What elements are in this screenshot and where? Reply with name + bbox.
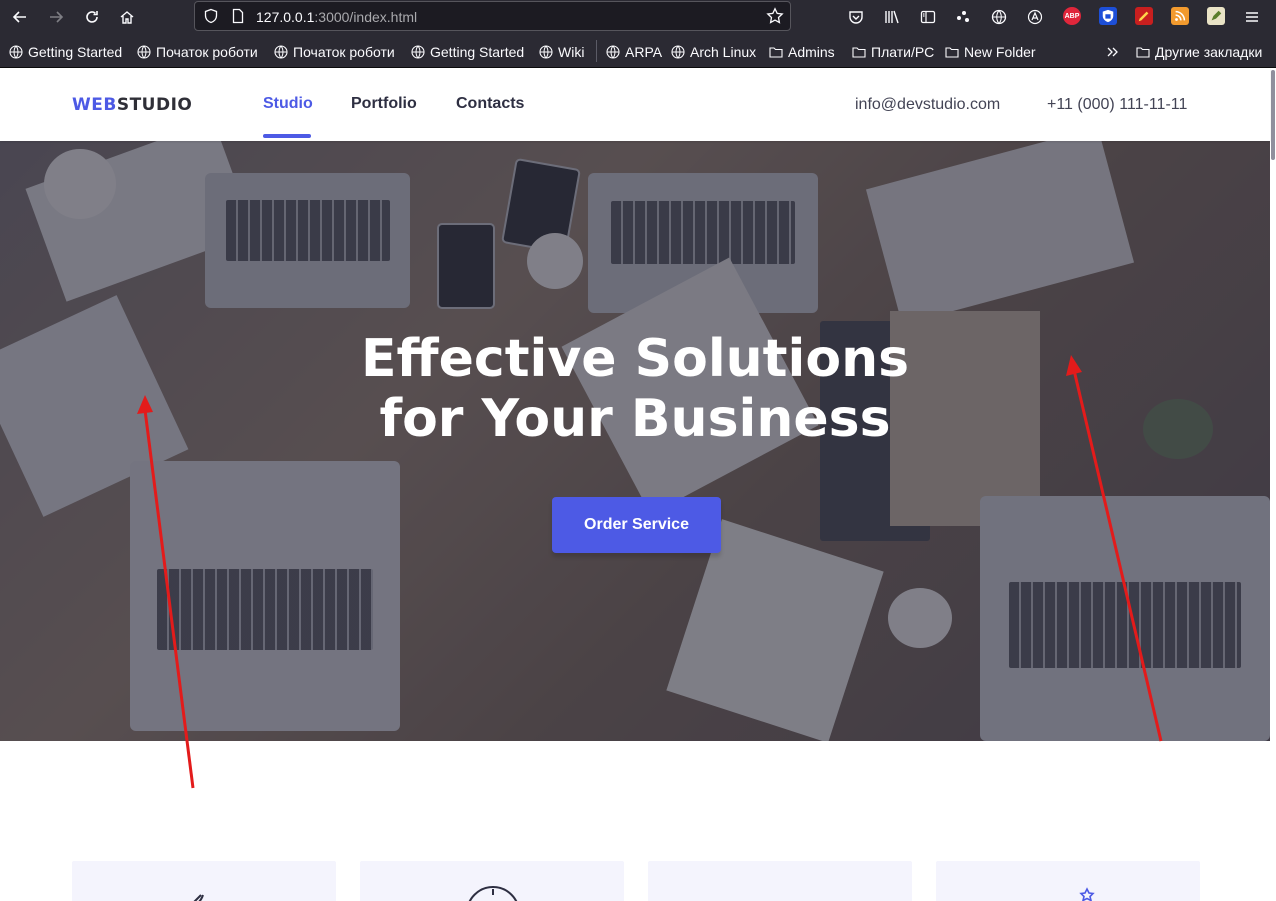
logo-part-studio: STUDIO xyxy=(116,95,193,115)
extension-dots-icon[interactable] xyxy=(951,5,975,29)
bookmark-label: Getting Started xyxy=(28,44,123,60)
rss-extension-icon[interactable] xyxy=(1171,7,1189,25)
bookmark-folder[interactable]: Admins xyxy=(769,43,835,61)
site-header: WEBSTUDIO Studio Portfolio Contacts info… xyxy=(0,68,1270,141)
feature-card xyxy=(648,861,912,901)
page-scrollbar-thumb[interactable] xyxy=(1271,70,1275,160)
notes-extension-icon[interactable] xyxy=(1207,7,1225,25)
clock-icon xyxy=(468,886,518,901)
hero-title-line2: for Your Business xyxy=(379,389,891,449)
bookmark-item[interactable]: ARPA xyxy=(606,43,662,61)
url-host: 127.0.0.1 xyxy=(256,9,315,25)
folder-icon xyxy=(769,47,783,58)
bookmarks-bar: Getting Started Початок роботи Початок р… xyxy=(0,34,1276,68)
bookmark-label: Admins xyxy=(788,44,835,60)
bookmark-item[interactable]: Getting Started xyxy=(9,43,122,61)
logo-part-web: WEB xyxy=(72,95,117,115)
bookmark-item[interactable]: Початок роботи xyxy=(274,43,395,61)
nav-contacts[interactable]: Contacts xyxy=(456,95,524,113)
sidebar-icon[interactable] xyxy=(916,5,940,29)
translate-icon[interactable] xyxy=(1023,5,1047,29)
globe-icon xyxy=(9,45,23,59)
globe-extension-icon[interactable] xyxy=(987,5,1011,29)
address-bar[interactable]: 127.0.0.1:3000/index.html xyxy=(194,1,791,31)
contact-email[interactable]: info@devstudio.com xyxy=(855,96,1000,114)
home-icon[interactable] xyxy=(115,5,139,29)
hero-title-line1: Effective Solutions xyxy=(360,329,910,389)
reload-icon[interactable] xyxy=(80,5,104,29)
globe-icon xyxy=(671,45,685,59)
adblock-icon[interactable]: ABP xyxy=(1063,7,1081,25)
shield-extension-icon[interactable] xyxy=(1099,7,1117,25)
bookmark-item[interactable]: Getting Started xyxy=(411,43,524,61)
folder-icon xyxy=(852,47,866,58)
bookmark-label: Getting Started xyxy=(430,44,525,60)
pen-extension-icon[interactable] xyxy=(1135,7,1153,25)
antenna-icon xyxy=(193,894,204,901)
order-service-button[interactable]: Order Service xyxy=(552,497,721,553)
contact-phone[interactable]: +11 (000) 111-11-11 xyxy=(1047,96,1187,114)
library-icon[interactable] xyxy=(880,5,904,29)
bookmark-label: Початок роботи xyxy=(293,44,395,60)
feature-card xyxy=(936,861,1200,901)
globe-icon xyxy=(411,45,425,59)
bookmark-folder[interactable]: New Folder xyxy=(945,43,1036,61)
hero-section: Effective Solutions for Your Business Or… xyxy=(0,141,1270,741)
other-bookmarks-label: Другие закладки xyxy=(1155,44,1263,60)
page-scrollbar-track[interactable] xyxy=(1270,68,1276,901)
nav-active-indicator xyxy=(263,134,311,138)
bookmark-item[interactable]: Arch Linux xyxy=(671,43,756,61)
menu-icon[interactable] xyxy=(1240,5,1264,29)
bookmark-item[interactable]: Wiki xyxy=(539,43,584,61)
page-icon xyxy=(230,8,246,24)
bookmark-star-icon[interactable] xyxy=(766,7,784,25)
bookmark-label: Плати/PC xyxy=(871,44,935,60)
globe-icon xyxy=(274,45,288,59)
site-logo[interactable]: WEBSTUDIO xyxy=(72,95,192,115)
bookmark-label: Wiki xyxy=(558,44,585,60)
bookmark-label: Початок роботи xyxy=(156,44,258,60)
folder-icon xyxy=(945,47,959,58)
globe-icon xyxy=(137,45,151,59)
bookmark-item[interactable]: Початок роботи xyxy=(137,43,258,61)
other-bookmarks-folder[interactable]: Другие закладки xyxy=(1136,43,1262,61)
feature-card xyxy=(360,861,624,901)
browser-toolbar: 127.0.0.1:3000/index.html ABP xyxy=(0,0,1276,34)
url-text: 127.0.0.1:3000/index.html xyxy=(256,9,417,25)
nav-studio[interactable]: Studio xyxy=(263,95,313,113)
chart-star-icon xyxy=(1079,887,1095,901)
pocket-icon[interactable] xyxy=(844,5,868,29)
globe-icon xyxy=(606,45,620,59)
bookmark-label: ARPA xyxy=(625,44,663,60)
globe-icon xyxy=(539,45,553,59)
bookmark-label: Arch Linux xyxy=(690,44,757,60)
hero-title: Effective Solutions for Your Business xyxy=(0,329,1270,449)
back-icon[interactable] xyxy=(8,5,32,29)
bookmark-separator xyxy=(596,40,597,62)
monitor-icon xyxy=(753,883,809,901)
bookmark-folder[interactable]: Плати/PC xyxy=(852,43,934,61)
nav-portfolio[interactable]: Portfolio xyxy=(351,95,417,113)
shield-icon[interactable] xyxy=(203,8,219,24)
feature-card xyxy=(72,861,336,901)
folder-icon xyxy=(1136,47,1150,58)
adblock-label: ABP xyxy=(1064,12,1080,20)
bookmark-label: New Folder xyxy=(964,44,1036,60)
url-path: :3000/index.html xyxy=(314,9,418,25)
forward-icon[interactable] xyxy=(44,5,68,29)
bookmarks-overflow-icon[interactable] xyxy=(1106,43,1120,61)
